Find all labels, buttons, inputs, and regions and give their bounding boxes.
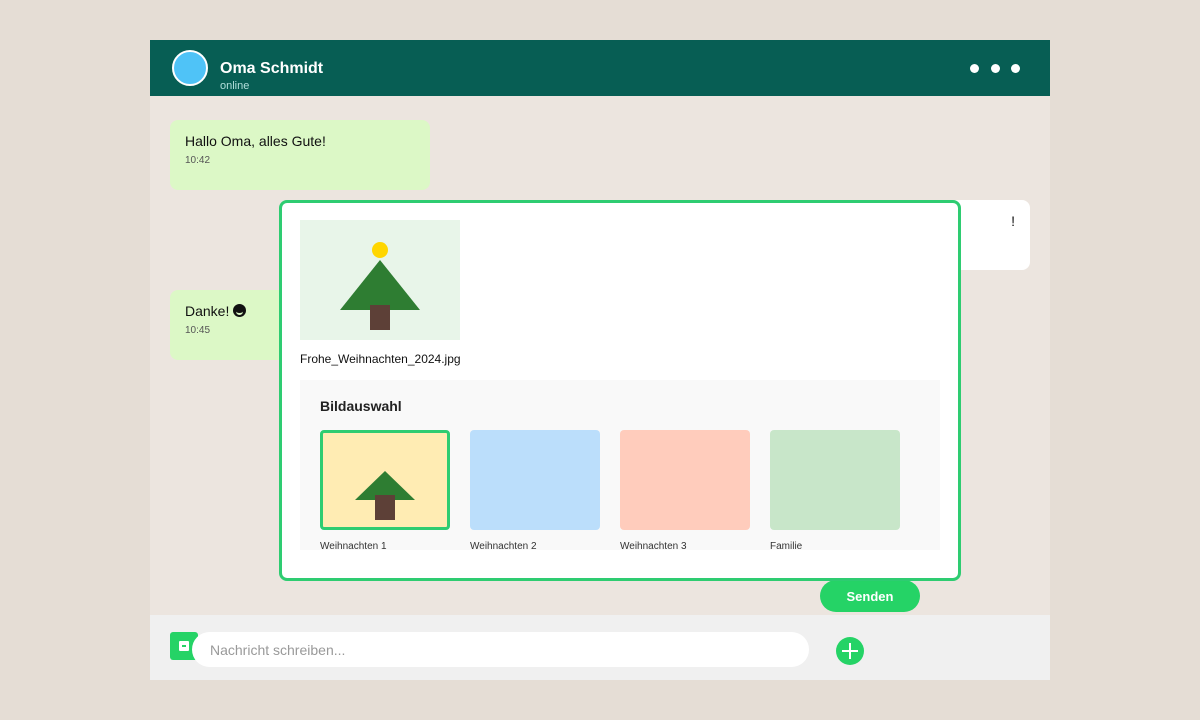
composer-bar <box>150 615 1050 680</box>
image-option-weihnachten-3[interactable] <box>620 430 750 530</box>
image-picker: Bildauswahl Weihnachten 1 Weihnachten 2 … <box>300 380 940 550</box>
image-preview[interactable] <box>300 220 460 340</box>
message-text: ! <box>1011 213 1015 229</box>
dot <box>990 63 1000 73</box>
message-bubble-incoming[interactable]: Hallo Oma, alles Gute! 10:42 <box>170 120 430 190</box>
image-option-weihnachten-1[interactable] <box>320 430 450 530</box>
image-option-label: Familie <box>770 541 803 550</box>
dot <box>970 63 979 73</box>
message-text: Danke! <box>185 303 230 319</box>
contact-avatar[interactable] <box>172 50 208 86</box>
smile-emoji-icon <box>233 304 247 317</box>
message-time: 10:42 <box>185 155 211 166</box>
message-text: Hallo Oma, alles Gute! <box>185 133 326 149</box>
image-option-label: Weihnachten 2 <box>470 541 537 550</box>
attachment-filename: Frohe_Weihnachten_2024.jpg <box>300 352 461 366</box>
image-option-label: Weihnachten 1 <box>320 541 387 550</box>
image-picker-title: Bildauswahl <box>320 398 402 414</box>
dot <box>1011 63 1020 73</box>
christmas-tree-icon <box>355 471 415 520</box>
chat-header: Oma Schmidt online <box>150 40 1050 96</box>
more-options-icon[interactable] <box>970 58 1020 78</box>
plus-icon[interactable] <box>836 637 864 665</box>
message-input[interactable] <box>192 632 809 667</box>
contact-name[interactable]: Oma Schmidt <box>220 60 323 78</box>
attachment-panel: Frohe_Weihnachten_2024.jpg Bildauswahl W… <box>279 200 961 581</box>
image-option-label: Weihnachten 3 <box>620 541 687 550</box>
christmas-tree-icon <box>340 242 420 330</box>
image-option-familie[interactable] <box>770 430 900 530</box>
contact-status: online <box>220 80 250 92</box>
send-button[interactable]: Senden <box>820 580 920 612</box>
image-option-weihnachten-2[interactable] <box>470 430 600 530</box>
